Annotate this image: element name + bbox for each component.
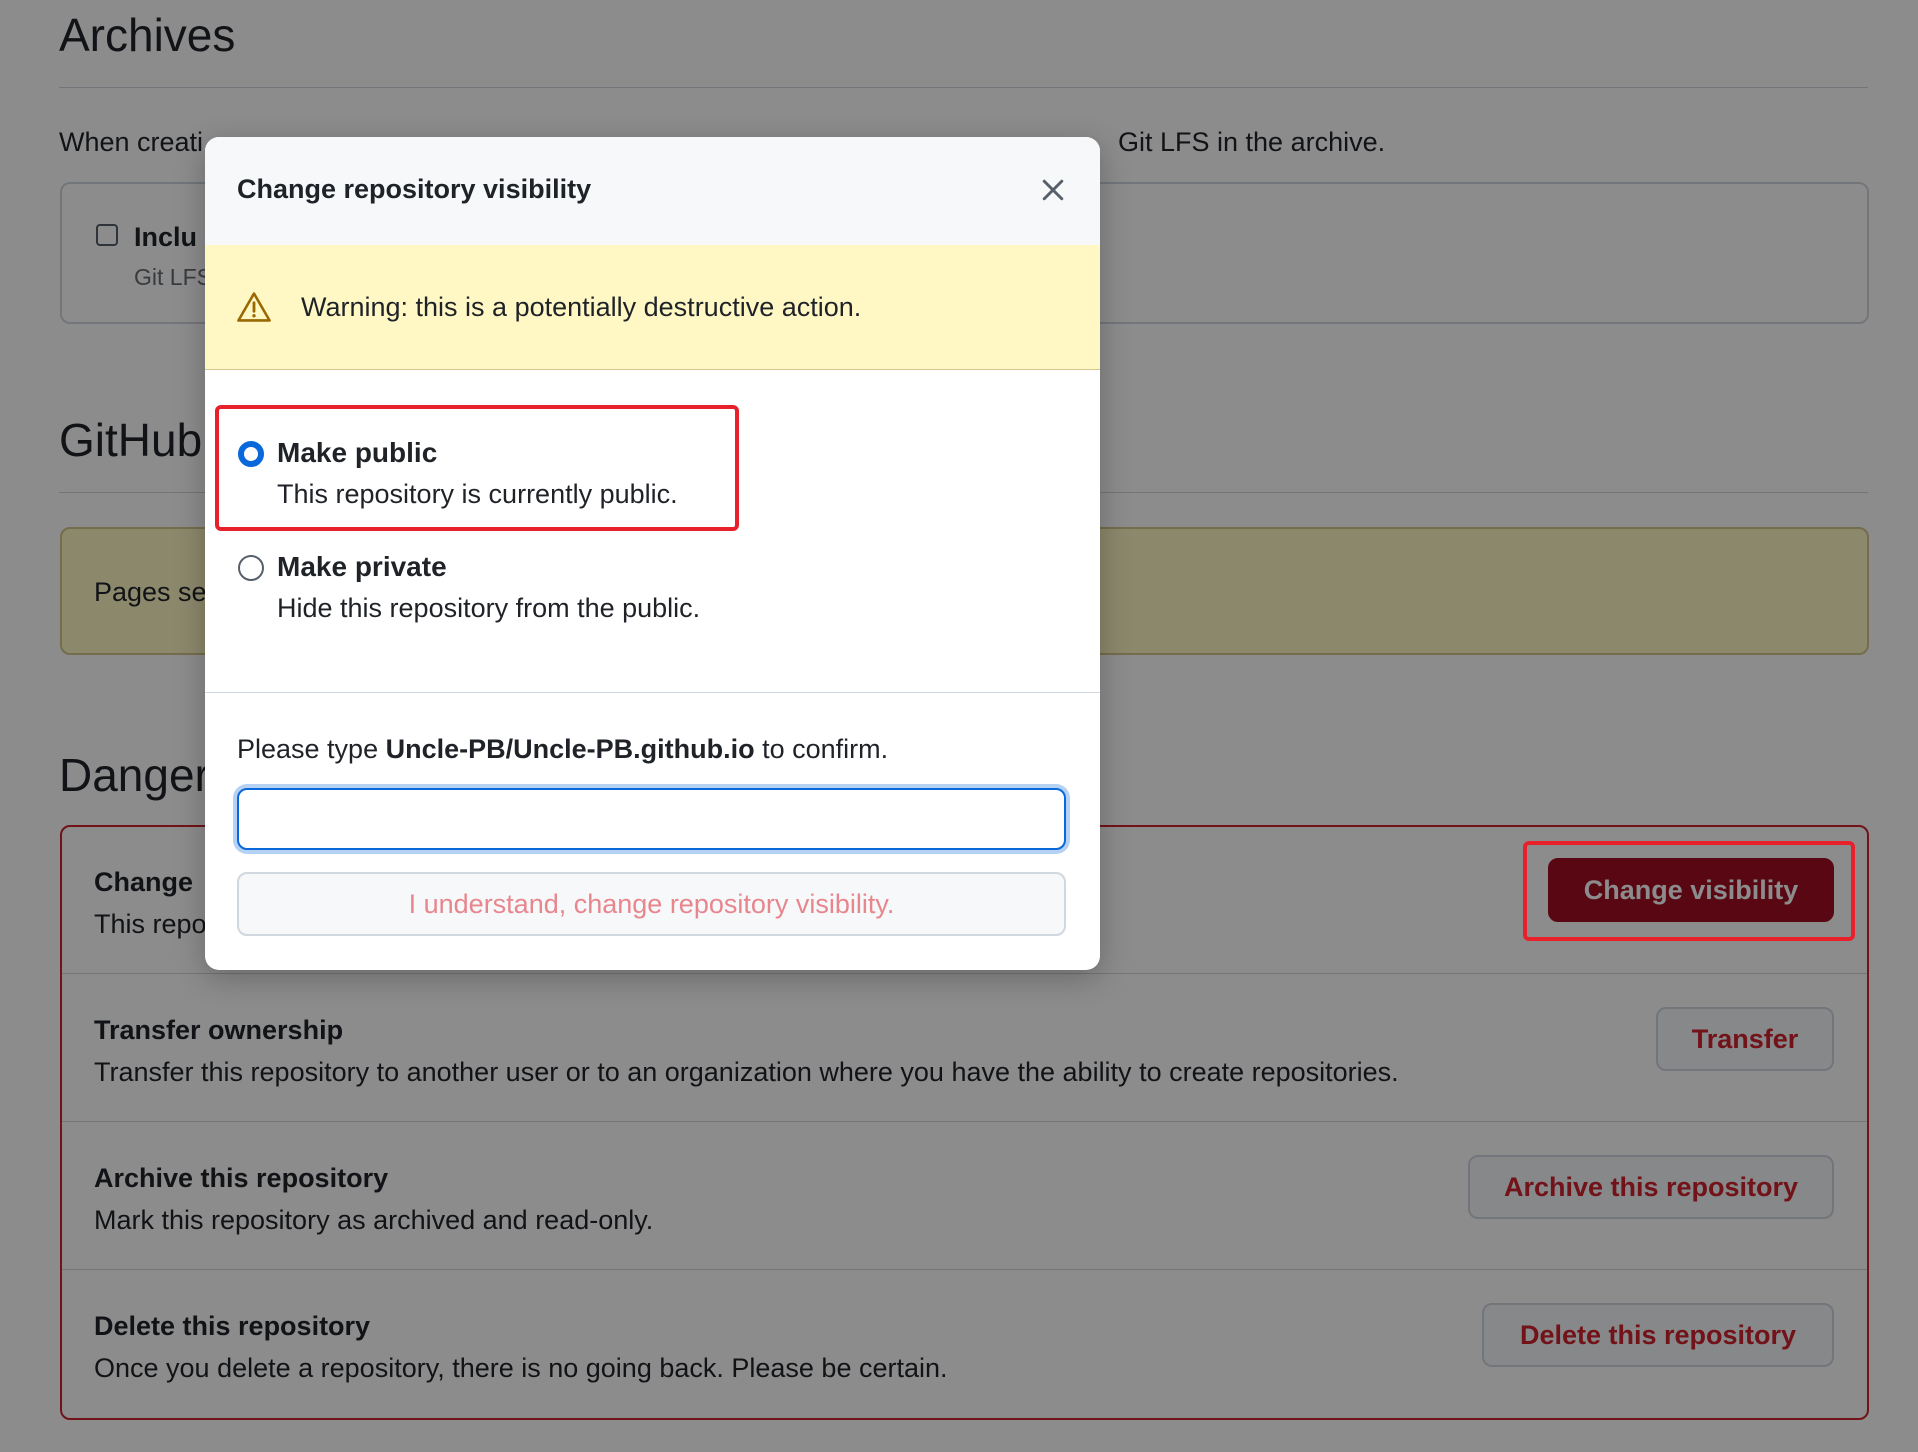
confirm-repo-input[interactable] (237, 788, 1066, 850)
dialog-separator (205, 692, 1100, 693)
change-visibility-dialog: Change repository visibility Warning: th… (205, 137, 1100, 970)
change-visibility-highlight (1523, 841, 1855, 941)
make-private-radio[interactable] (238, 555, 264, 581)
make-public-highlight (215, 405, 739, 531)
warning-text: Warning: this is a potentially destructi… (301, 292, 862, 322)
make-private-label: Make private (277, 551, 447, 582)
confirm-instruction: Please type Uncle-PB/Uncle-PB.github.io … (237, 734, 888, 765)
make-private-desc: Hide this repository from the public. (277, 593, 701, 623)
dialog-header: Change repository visibility (205, 137, 1100, 246)
warning-icon (237, 292, 271, 322)
confirm-repo-name: Uncle-PB/Uncle-PB.github.io (385, 734, 755, 764)
confirm-change-visibility-button[interactable]: I understand, change repository visibili… (237, 872, 1066, 936)
confirm-suffix: to confirm. (754, 734, 889, 764)
dialog-title: Change repository visibility (237, 174, 592, 204)
close-icon[interactable] (1038, 175, 1068, 205)
confirm-prefix: Please type (237, 734, 386, 764)
warning-banner: Warning: this is a potentially destructi… (205, 245, 1100, 370)
